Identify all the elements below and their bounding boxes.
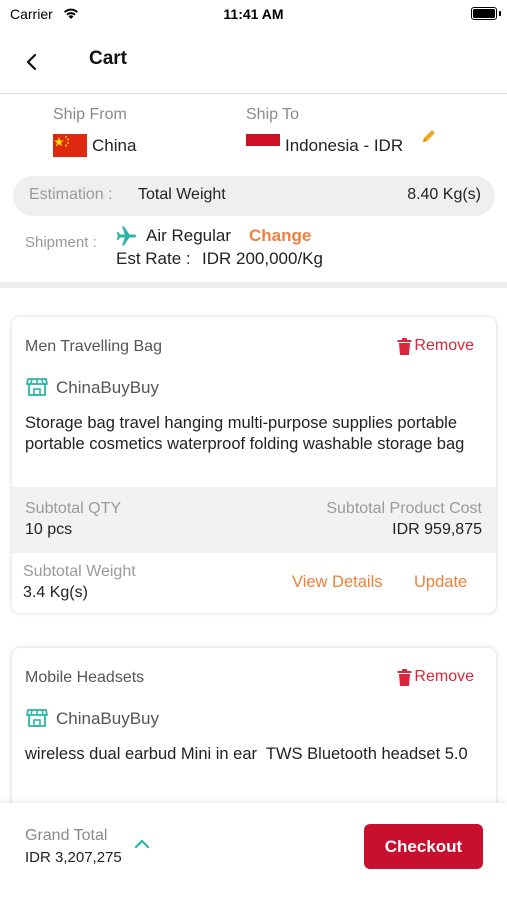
remove-button[interactable]: Remove xyxy=(397,337,474,355)
china-flag-icon xyxy=(53,134,87,157)
ship-to-value[interactable]: Indonesia - IDR xyxy=(285,136,403,156)
item-description: Storage bag travel hanging multi-purpose… xyxy=(25,414,465,453)
remove-label: Remove xyxy=(414,668,474,685)
nav-bar: Cart xyxy=(0,30,507,94)
checkout-bar: Grand Total IDR 3,207,275 Checkout xyxy=(0,803,507,900)
subtotal-cost-label: Subtotal Product Cost xyxy=(326,500,482,517)
cart-item-card: Men Travelling Bag Remove ChinaBuyBuy St… xyxy=(12,317,496,613)
pencil-icon[interactable] xyxy=(420,127,438,145)
subtotal-cost-value: IDR 959,875 xyxy=(392,521,482,538)
indonesia-flag-icon xyxy=(246,134,280,157)
item-name: Men Travelling Bag xyxy=(25,338,162,355)
back-icon[interactable] xyxy=(18,48,46,76)
est-rate-value: IDR 200,000/Kg xyxy=(202,249,323,268)
change-shipment-link[interactable]: Change xyxy=(249,226,311,246)
subtotal-qty-label: Subtotal QTY xyxy=(25,500,122,517)
store-icon xyxy=(26,709,48,727)
grand-total-label: Grand Total xyxy=(25,827,108,844)
battery-icon xyxy=(471,7,497,20)
store-icon xyxy=(26,378,48,396)
remove-label: Remove xyxy=(414,337,474,354)
estimation-label: Estimation : xyxy=(29,186,113,203)
view-details-link[interactable]: View Details xyxy=(292,573,382,592)
section-divider xyxy=(0,282,507,288)
item-name: Mobile Headsets xyxy=(25,669,145,686)
estimation-bar: Estimation : Total Weight 8.40 Kg(s) xyxy=(13,176,495,216)
store-name[interactable]: ChinaBuyBuy xyxy=(56,709,159,729)
subtotal-weight-label: Subtotal Weight xyxy=(23,563,136,580)
chevron-up-icon[interactable] xyxy=(133,838,151,850)
status-bar: Carrier 11:41 AM xyxy=(0,0,507,30)
update-link[interactable]: Update xyxy=(414,573,467,592)
store-name[interactable]: ChinaBuyBuy xyxy=(56,378,159,398)
subtotal-qty-value: 10 pcs xyxy=(25,521,73,538)
page-title: Cart xyxy=(89,48,128,69)
battery-nub xyxy=(499,11,501,16)
shipment-method: Air Regular xyxy=(146,226,232,245)
est-rate-label: Est Rate : xyxy=(116,249,191,268)
total-weight-value: 8.40 Kg(s) xyxy=(407,186,481,203)
subtotal-band: Subtotal QTY 10 pcs Subtotal Product Cos… xyxy=(12,487,496,553)
checkout-button[interactable]: Checkout xyxy=(364,824,483,869)
trash-icon xyxy=(397,337,412,355)
grand-total-value: IDR 3,207,275 xyxy=(25,849,122,866)
ship-from-value: China xyxy=(92,136,137,155)
airplane-icon xyxy=(116,226,136,246)
trash-icon xyxy=(397,668,412,686)
subtotal-weight-value: 3.4 Kg(s) xyxy=(23,584,88,601)
ship-from-label: Ship From xyxy=(53,106,127,123)
status-time: 11:41 AM xyxy=(223,6,284,22)
ship-to-label: Ship To xyxy=(246,106,300,123)
remove-button[interactable]: Remove xyxy=(397,668,474,686)
item-description: wireless dual earbud Mini in ear TWS Blu… xyxy=(25,745,468,763)
shipment-label: Shipment : xyxy=(25,234,97,251)
total-weight-label: Total Weight xyxy=(138,186,226,203)
